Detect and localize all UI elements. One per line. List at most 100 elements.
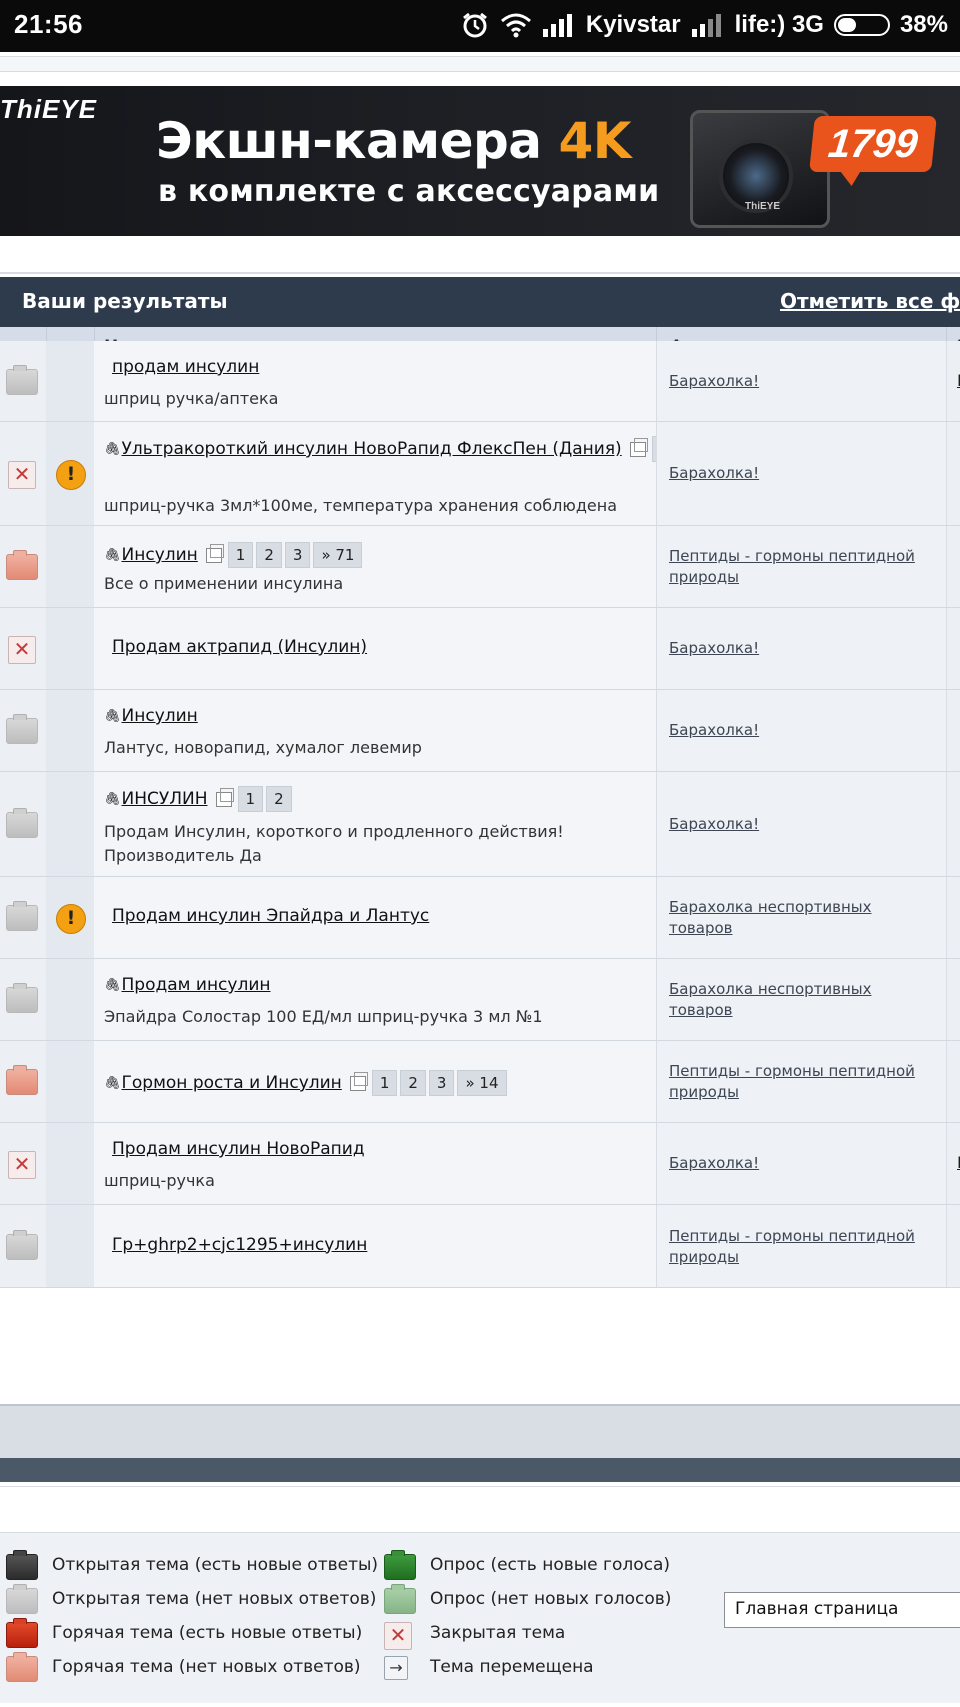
page-link[interactable]: 2 [256, 542, 282, 568]
topic-status-cell [0, 1205, 47, 1287]
signal-icon [542, 13, 576, 37]
table-row: ! Продам инсулин Эпайдра и Лантус Барахолк… [0, 877, 960, 959]
ad-banner[interactable]: ThiEYE Экшн-камера 4K в комплекте с аксе… [0, 86, 960, 236]
topic-title-link[interactable]: Продам инсулин [122, 975, 271, 995]
page-link[interactable]: 3 [428, 1070, 455, 1096]
legend-item: Открытая тема (нет новых ответов) [6, 1584, 376, 1614]
table-row: 🖇 ИНСУЛИН 1 2 Продам Инсулин, короткого и пр… [0, 772, 960, 877]
table-row: 🖇 Продам инсулин Эпайдра Солостар 100 ЕД/м… [0, 959, 960, 1041]
extra-cell [946, 1041, 960, 1122]
legend-icon-wrap [6, 1584, 38, 1614]
forum-link[interactable]: Пептиды - гормоны пептидной природы [669, 1061, 919, 1103]
forum-jump-select[interactable]: Главная страница [724, 1592, 960, 1628]
topic-title-link[interactable]: Продам актрапид (Инсулин) [112, 637, 367, 657]
page-link[interactable]: 2 [400, 1070, 426, 1096]
battery-icon [833, 14, 890, 36]
topic-flag-cell [46, 1123, 95, 1204]
forum-link[interactable]: Пептиды - гормоны пептидной природы [669, 546, 919, 588]
paperclip-icon: 🖇 [104, 791, 121, 807]
extra-cell [946, 690, 960, 771]
forum-link[interactable]: Барахолка! [669, 638, 919, 659]
page-link[interactable]: 2 [266, 786, 292, 812]
topic-status-cell [0, 1041, 47, 1122]
page-link[interactable]: 1 [371, 1070, 398, 1096]
legend-label: Горячая тема (нет новых ответов) [52, 1657, 361, 1677]
folder-icon [6, 901, 38, 931]
topic-title-line: Продам инсулин НовоРапид [112, 1139, 365, 1159]
legend-label: Тема перемещена [430, 1657, 594, 1677]
legend-label: Горячая тема (есть новые ответы) [52, 1623, 363, 1643]
status-bar: 21:56 Kyivstar life:) 3G 38% [0, 0, 960, 52]
open-topic-new-icon [6, 1550, 38, 1580]
topic-status-cell: ✕ [0, 422, 47, 525]
page-link[interactable]: 1 [237, 786, 264, 812]
page-link[interactable]: » 14 [457, 1070, 507, 1096]
legend-icon-wrap [6, 1550, 38, 1580]
topic-flag-cell [46, 772, 95, 876]
table-row: 🖇 Гормон роста и Инсулин 1 2 3» 14 Пептиды - … [0, 1041, 960, 1123]
legend-icon-wrap: → [384, 1654, 416, 1680]
forum-cell: Пептиды - гормоны пептидной природы [656, 526, 947, 607]
page-link[interactable]: 3 [284, 542, 311, 568]
topic-title-link[interactable]: Инсулин [122, 545, 198, 565]
divider [0, 1486, 960, 1487]
paperclip-icon: 🖇 [104, 547, 121, 563]
forum-link[interactable]: Барахолка неспортивных товаров [669, 979, 919, 1021]
topic-flag-cell [46, 341, 95, 421]
topic-title-line: 🖇 Продам инсулин [104, 975, 271, 995]
table-row: 🖇 Инсулин 1 2 3» 71 Все о применении инсулина… [0, 526, 960, 608]
topic-title-link[interactable]: ИНСУЛИН [122, 789, 208, 809]
moved-topic-icon: → [384, 1656, 408, 1680]
results-header: Ваши результаты Отметить все фо [0, 277, 960, 327]
topic-cell: Продам актрапид (Инсулин) [94, 608, 656, 689]
forum-link[interactable]: Барахолка! [669, 371, 919, 392]
topic-flag-cell [46, 690, 95, 771]
page-link[interactable]: 1 [227, 542, 254, 568]
topic-title-link[interactable]: Продам инсулин НовоРапид [112, 1139, 365, 1159]
forum-link[interactable]: Барахолка! [669, 720, 919, 741]
battery-fill [837, 18, 856, 32]
topic-title-line: 🖇 Инсулин [104, 706, 198, 726]
open-topic-icon [6, 1584, 38, 1614]
topic-title-link[interactable]: Ультракороткий инсулин НовоРапид ФлексПе… [122, 439, 622, 459]
pages-icon [205, 543, 224, 563]
topic-title-link[interactable]: Гр+ghrp2+cjc1295+инсулин [112, 1235, 367, 1255]
forum-link[interactable]: Пептиды - гормоны пептидной природы [669, 1226, 919, 1268]
pages-icon [629, 437, 648, 457]
closed-topic-icon: ✕ [8, 636, 36, 664]
topic-cell: Продам инсулин Эпайдра и Лантус [94, 877, 656, 958]
table-row: Гр+ghrp2+cjc1295+инсулин Пептиды - гормон… [0, 1205, 960, 1288]
banner-subtitle: в комплекте с аксессуарами [158, 174, 660, 209]
folder-icon [6, 714, 38, 744]
warning-icon: ! [56, 460, 86, 490]
extra-cell [946, 1205, 960, 1287]
table-row: ✕! 🖇 Ультракороткий инсулин НовоРапид Флек… [0, 422, 960, 526]
topic-title-link[interactable]: Продам инсулин Эпайдра и Лантус [112, 906, 429, 926]
mark-all-link[interactable]: Отметить все фо [780, 289, 960, 313]
results-title: Ваши результаты [22, 289, 228, 313]
alarm-icon [460, 10, 490, 40]
forum-cell: Барахолка! [656, 1123, 947, 1204]
legend-icon-wrap: ✕ [384, 1620, 416, 1650]
topic-cell: 🖇 Продам инсулин Эпайдра Солостар 100 ЕД/м… [94, 959, 656, 1040]
forum-cell: Барахолка! [656, 772, 947, 876]
topic-title-link[interactable]: Гормон роста и Инсулин [122, 1073, 342, 1093]
topic-title-link[interactable]: Инсулин [122, 706, 198, 726]
status-time: 21:56 [14, 9, 83, 39]
carrier2-label: life:) 3G [734, 11, 824, 38]
wifi-icon [500, 12, 532, 38]
extra-cell [946, 772, 960, 876]
topic-cell: Гр+ghrp2+cjc1295+инсулин [94, 1205, 656, 1287]
topic-title-link[interactable]: продам инсулин [112, 357, 259, 377]
forum-link[interactable]: Барахолка! [669, 814, 919, 835]
legend-icon-wrap [384, 1584, 416, 1614]
topic-flag-cell [46, 608, 95, 689]
forum-link[interactable]: Барахолка неспортивных товаров [669, 897, 919, 939]
topic-description: Эпайдра Солостар 100 ЕД/мл шприц-ручка 3… [104, 1007, 543, 1026]
extra-cell [946, 877, 960, 958]
page-link[interactable]: » 71 [313, 542, 363, 568]
forum-link[interactable]: Барахолка! [669, 1153, 919, 1174]
table-row: ✕ Продам инсулин НовоРапид шприц-ручка Бара… [0, 1123, 960, 1205]
forum-link[interactable]: Барахолка! [669, 463, 919, 484]
topic-title-line: 🖇 Инсулин 1 2 3» 71 [104, 542, 365, 568]
